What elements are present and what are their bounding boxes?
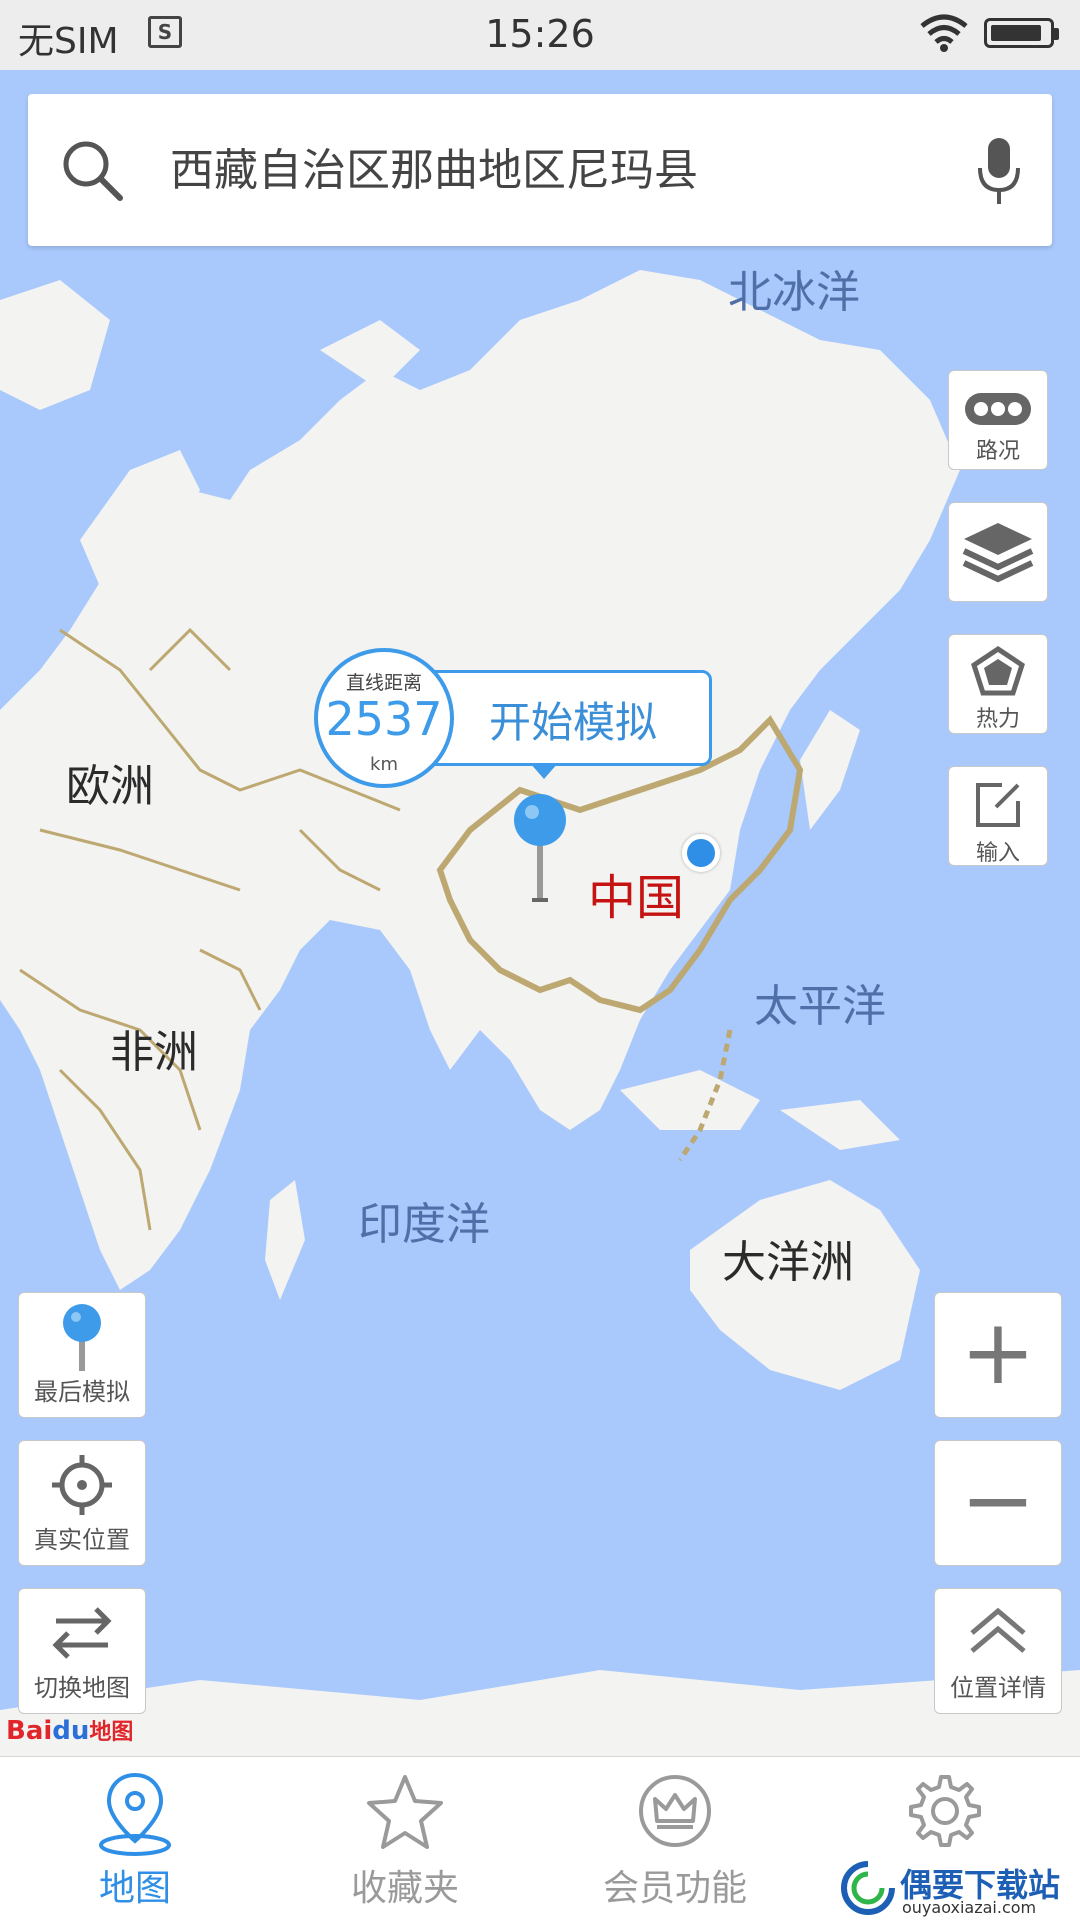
distance-value: 2537 bbox=[325, 692, 443, 746]
distance-caption: 直线距离 bbox=[345, 672, 422, 694]
watermark-url: ouyaoxiazai.com bbox=[902, 1898, 1037, 1917]
status-bar: 无SIM S 15:26 bbox=[0, 0, 1080, 70]
crosshair-icon bbox=[52, 1455, 112, 1515]
map-canvas[interactable] bbox=[0, 70, 1080, 1756]
target-pin-icon[interactable] bbox=[512, 792, 568, 912]
current-location-icon bbox=[682, 834, 720, 872]
mic-icon[interactable] bbox=[974, 134, 1024, 208]
location-detail-button[interactable]: 位置详情 bbox=[934, 1588, 1062, 1714]
location-detail-label: 位置详情 bbox=[950, 1674, 1046, 1702]
map-label-arctic-ocean: 北冰洋 bbox=[728, 267, 860, 318]
map-label-oceania: 大洋洲 bbox=[722, 1237, 854, 1288]
distance-unit: km bbox=[370, 754, 398, 775]
input-label: 输入 bbox=[975, 841, 1020, 866]
input-button[interactable]: 输入 bbox=[948, 766, 1048, 866]
minus-icon: − bbox=[960, 1448, 1036, 1553]
map-label-pacific-ocean: 太平洋 bbox=[754, 981, 886, 1032]
star-icon bbox=[367, 1775, 443, 1849]
site-watermark: 偶要下载站 ouyaoxiazai.com bbox=[836, 1858, 1080, 1920]
traffic-icon bbox=[965, 393, 1031, 425]
pin-icon bbox=[63, 1304, 101, 1371]
last-simulation-button[interactable]: 最后模拟 bbox=[18, 1292, 146, 1418]
map-pin-icon bbox=[99, 1772, 171, 1856]
real-location-button[interactable]: 真实位置 bbox=[18, 1440, 146, 1566]
gear-icon bbox=[909, 1775, 981, 1847]
last-simulation-label: 最后模拟 bbox=[34, 1378, 130, 1406]
swap-icon bbox=[52, 1607, 112, 1659]
search-input[interactable] bbox=[168, 134, 972, 208]
edit-icon bbox=[976, 783, 1020, 827]
search-bar[interactable] bbox=[28, 94, 1052, 246]
layers-button[interactable] bbox=[948, 502, 1048, 602]
start-simulation-label: 开始模拟 bbox=[489, 698, 658, 747]
distance-indicator: 直线距离 2537 km bbox=[314, 648, 454, 788]
switch-map-button[interactable]: 切换地图 bbox=[18, 1588, 146, 1714]
heat-button[interactable]: 热力 bbox=[948, 634, 1048, 734]
search-icon[interactable] bbox=[60, 138, 124, 202]
map-label-europe: 欧洲 bbox=[66, 761, 154, 812]
start-simulation-button[interactable]: 开始模拟 bbox=[412, 670, 712, 766]
nav-label-map: 地图 bbox=[98, 1868, 171, 1909]
nav-item-membership[interactable]: 会员功能 bbox=[540, 1757, 810, 1921]
nav-item-favorites[interactable]: 收藏夹 bbox=[270, 1757, 540, 1921]
map-label-indian-ocean: 印度洋 bbox=[358, 1199, 490, 1250]
plus-icon: + bbox=[960, 1300, 1036, 1405]
traffic-button[interactable]: 路况 bbox=[948, 370, 1048, 470]
watermark-logo-icon bbox=[841, 1861, 895, 1915]
layers-icon bbox=[962, 523, 1034, 583]
map-label-africa: 非洲 bbox=[110, 1027, 198, 1078]
traffic-label: 路况 bbox=[975, 439, 1020, 464]
map-view[interactable]: 北冰洋 欧洲 非洲 中国 太平洋 印度洋 大洋洲 bbox=[0, 70, 1080, 1756]
wifi-icon bbox=[920, 14, 968, 52]
nav-label-membership: 会员功能 bbox=[602, 1868, 747, 1909]
pentagon-icon bbox=[971, 645, 1025, 696]
heat-label: 热力 bbox=[975, 707, 1020, 732]
nav-label-favorites: 收藏夹 bbox=[350, 1868, 459, 1909]
zoom-in-button[interactable]: + bbox=[934, 1292, 1062, 1418]
battery-icon bbox=[984, 18, 1059, 48]
crown-icon bbox=[639, 1775, 711, 1847]
chevron-up-icon bbox=[970, 1607, 1026, 1653]
real-location-label: 真实位置 bbox=[34, 1526, 130, 1554]
baidu-map-logo: Baidu地图 bbox=[6, 1716, 134, 1746]
zoom-out-button[interactable]: − bbox=[934, 1440, 1062, 1566]
callout-pointer bbox=[530, 763, 558, 779]
nav-item-map[interactable]: 地图 bbox=[0, 1757, 270, 1921]
switch-map-label: 切换地图 bbox=[34, 1674, 130, 1702]
map-label-china: 中国 bbox=[588, 870, 685, 926]
